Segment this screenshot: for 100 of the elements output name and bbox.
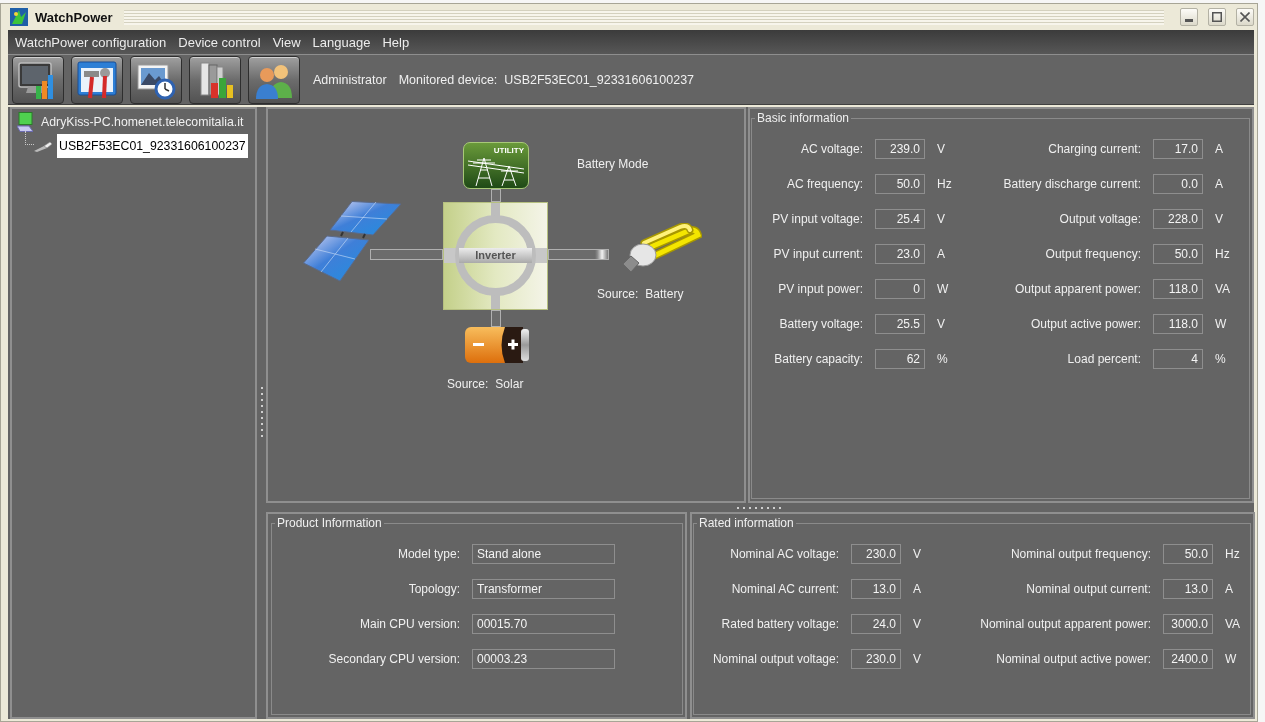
minimize-button[interactable] [1180, 8, 1198, 26]
value-field: 0 [875, 279, 925, 299]
unit-label: Hz [937, 176, 952, 193]
field-label: Rated battery voltage: [721, 616, 839, 633]
value-field: 13.0 [851, 579, 901, 599]
tree-item[interactable]: USB2F53EC01_92331606100237 [57, 134, 248, 158]
unit-label: W [1225, 651, 1237, 668]
value-field: 230.0 [851, 544, 901, 564]
value-field: 228.0 [1153, 209, 1203, 229]
unit-label: Hz [1225, 546, 1240, 563]
app-logo-icon [10, 8, 28, 26]
value-field: 239.0 [875, 139, 925, 159]
connector-pipe [491, 310, 501, 327]
ring-icon [455, 215, 536, 296]
value-field: 23.0 [875, 244, 925, 264]
field-label: Battery capacity: [774, 351, 863, 368]
source-caption: Source: [597, 287, 639, 301]
value-field: 50.0 [875, 174, 925, 194]
field-label: PV input voltage: [772, 211, 863, 228]
inverter-label: Inverter [459, 248, 532, 263]
unit-label: A [1215, 176, 1223, 193]
unit-label: V [937, 316, 945, 333]
menu-item[interactable]: Device control [178, 34, 261, 50]
field-label: Load percent: [1067, 351, 1141, 368]
value-field: 00003.23 [472, 649, 615, 669]
value-field: 3000.0 [1163, 614, 1213, 634]
unit-label: A [1225, 581, 1233, 598]
computer-icon [17, 112, 33, 132]
value-field: 4 [1153, 349, 1203, 369]
toolbar-button[interactable] [71, 55, 123, 104]
value-field: Stand alone [472, 544, 615, 564]
toolbar-button[interactable] [130, 55, 182, 104]
splitter-grip[interactable] [260, 387, 263, 439]
splitter-grip[interactable] [737, 506, 783, 509]
tree-line [25, 131, 34, 145]
field-label: Nominal output frequency: [1010, 546, 1151, 563]
toolbar-button[interactable] [12, 55, 64, 104]
menu-item[interactable]: Language [312, 34, 371, 50]
field-label: Topology: [408, 581, 460, 598]
menu-item[interactable]: WatchPower configuration [15, 34, 167, 50]
connector-pipe [548, 249, 609, 260]
device-name: USB2F53EC01_92331606100237 [504, 72, 695, 87]
unit-label: A [937, 246, 945, 263]
close-button[interactable] [1236, 8, 1254, 26]
field-label: Nominal output active power: [996, 651, 1151, 668]
field-label: Main CPU version: [359, 616, 460, 633]
value-field: 00015.70 [472, 614, 615, 634]
mode-label: Battery Mode [577, 157, 649, 171]
value-field: 2400.0 [1163, 649, 1213, 669]
field-label: Nominal output current: [1026, 581, 1151, 598]
menu-item[interactable]: Help [382, 34, 410, 50]
connector-pipe [491, 189, 501, 202]
field-label: Nominal AC current: [731, 581, 839, 598]
unit-label: VA [1225, 616, 1241, 633]
tools-icon [77, 59, 117, 100]
power-pylon-icon [468, 156, 524, 186]
light-bulb-icon [622, 223, 702, 273]
group-title: Product Information [275, 516, 384, 530]
battery-icon [465, 327, 529, 363]
solar-panel-icon [303, 201, 402, 282]
field-label: Nominal AC voltage: [730, 546, 839, 563]
field-label: Nominal output voltage: [712, 651, 839, 668]
value-field: 25.4 [875, 209, 925, 229]
value-field: 118.0 [1153, 314, 1203, 334]
menu-item[interactable]: View [272, 34, 301, 50]
value-field: 17.0 [1153, 139, 1203, 159]
toolbar-button[interactable] [189, 55, 241, 104]
user-name: Administrator [313, 72, 387, 87]
field-label: Output voltage: [1059, 211, 1141, 228]
field-label: AC frequency: [786, 176, 863, 193]
field-label: AC voltage: [800, 141, 863, 158]
unit-label: A [913, 581, 921, 598]
value-field: Transformer [472, 579, 615, 599]
value-field: 25.5 [875, 314, 925, 334]
unit-label: V [937, 141, 945, 158]
value-field: 62 [875, 349, 925, 369]
tree-item[interactable]: AdryKiss-PC.homenet.telecomitalia.it [39, 110, 246, 134]
toolbar-button[interactable] [248, 55, 300, 104]
value-field: 13.0 [1163, 579, 1213, 599]
value-field: 50.0 [1153, 244, 1203, 264]
group-title: Rated information [697, 516, 796, 530]
unit-label: % [1215, 351, 1226, 368]
field-label: Secondary CPU version: [328, 651, 460, 668]
device-caption: Monitored device: [398, 72, 498, 87]
close-icon [1240, 12, 1250, 22]
value-field: 118.0 [1153, 279, 1203, 299]
field-label: Output frequency: [1045, 246, 1141, 263]
maximize-button[interactable] [1208, 8, 1226, 26]
unit-label: % [937, 351, 948, 368]
unit-label: V [913, 546, 921, 563]
utility-label: UTILITY [493, 146, 524, 155]
field-label: Battery voltage: [779, 316, 863, 333]
unit-label: A [1215, 141, 1223, 158]
source-value: Battery [645, 287, 684, 301]
unit-label: Hz [1215, 246, 1230, 263]
unit-label: VA [1215, 281, 1231, 298]
source-value: Solar [495, 377, 524, 391]
usb-plug-icon [34, 140, 52, 152]
unit-label: V [1215, 211, 1223, 228]
value-field: 24.0 [851, 614, 901, 634]
